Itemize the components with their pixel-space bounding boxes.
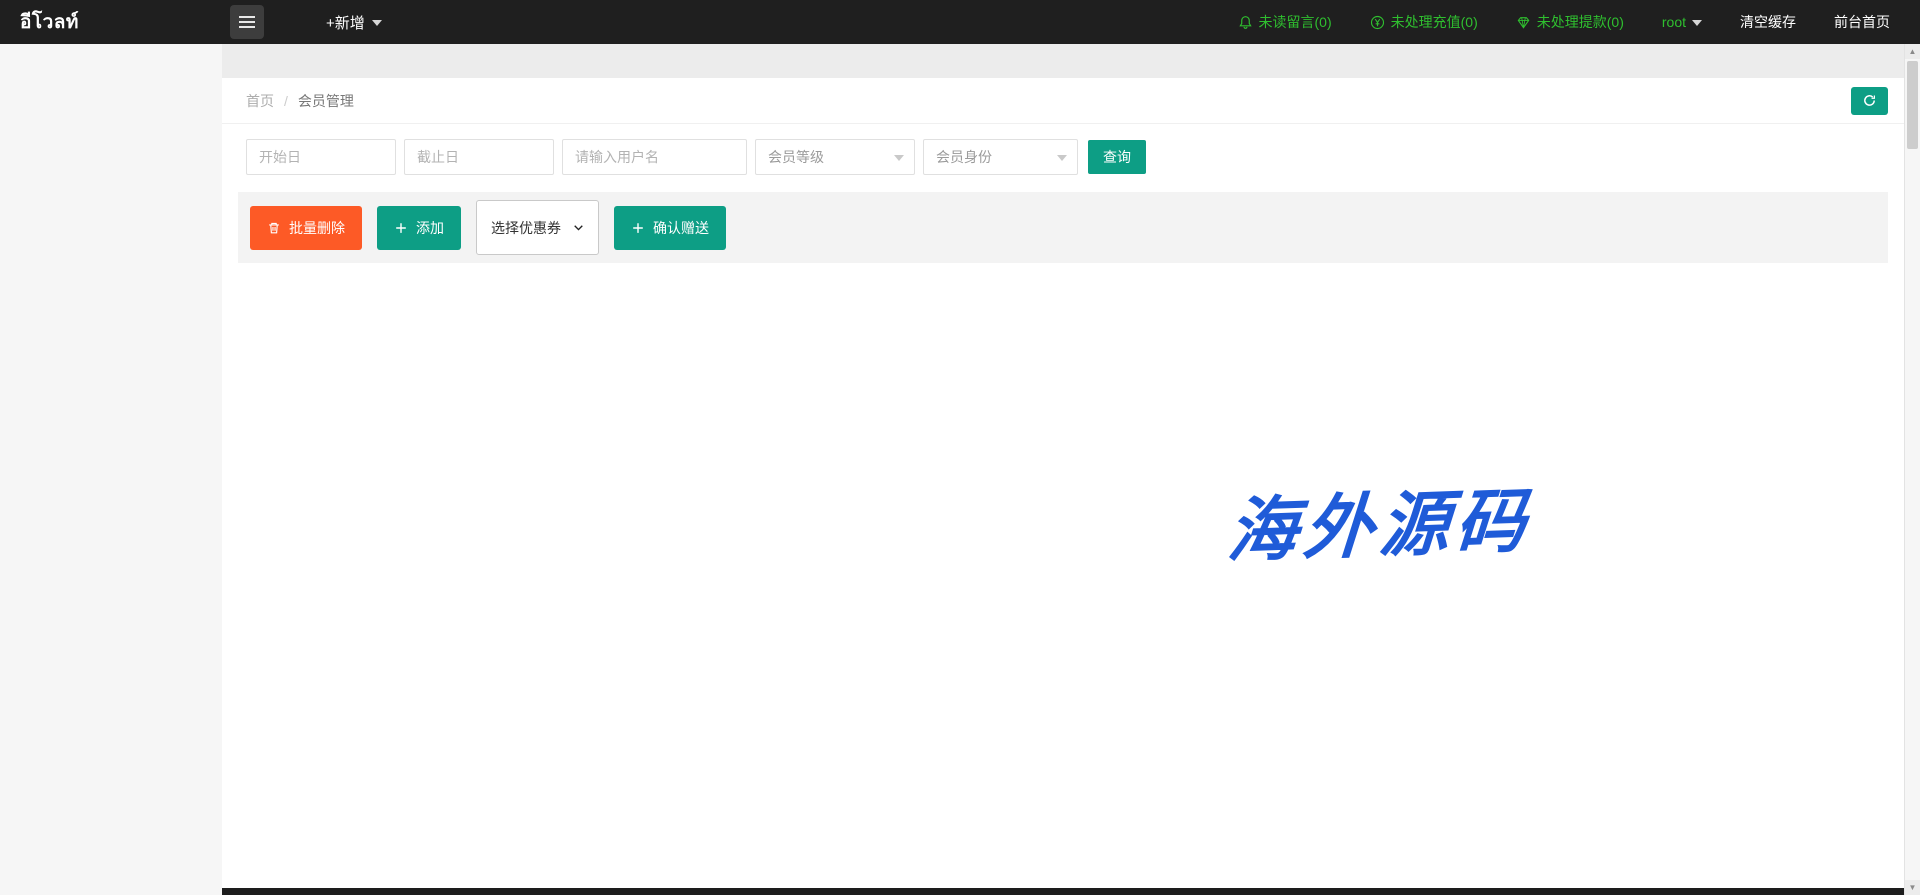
- bell-icon: [1238, 15, 1253, 30]
- sidebar: [0, 44, 222, 895]
- unread-messages-label: 未读留言(0): [1259, 12, 1332, 32]
- vertical-scrollbar[interactable]: ▲ ▼: [1904, 44, 1920, 895]
- front-home-link[interactable]: 前台首页: [1834, 12, 1890, 32]
- coupon-select-value: 选择优惠券: [491, 218, 561, 238]
- pending-recharge-label: 未处理充值(0): [1391, 12, 1478, 32]
- add-button[interactable]: 添加: [377, 206, 461, 250]
- filter-bar: 会员等级 会员身份 查询: [222, 124, 1904, 192]
- username-label: root: [1662, 14, 1686, 30]
- chevron-down-icon: [372, 20, 382, 31]
- unread-messages-link[interactable]: 未读留言(0): [1238, 12, 1332, 32]
- breadcrumb-home[interactable]: 首页: [246, 91, 274, 111]
- breadcrumb-separator: /: [284, 93, 288, 109]
- plus-icon: [631, 221, 645, 235]
- add-label: 添加: [416, 218, 444, 238]
- add-new-label: +新增: [326, 12, 365, 33]
- member-identity-select-value: 会员身份: [936, 147, 992, 167]
- chevron-down-icon: [573, 222, 584, 233]
- chevron-down-icon: [1057, 155, 1067, 166]
- clear-cache-label: 清空缓存: [1740, 12, 1796, 32]
- add-new-dropdown[interactable]: +新增: [326, 12, 382, 33]
- member-level-select-value: 会员等级: [768, 147, 824, 167]
- action-bar: 批量删除 添加 选择优惠券 确认赠送: [238, 192, 1888, 263]
- hamburger-icon: [239, 21, 255, 23]
- trash-icon: [267, 221, 281, 235]
- menu-toggle-button[interactable]: [230, 5, 264, 39]
- plus-icon: [394, 221, 408, 235]
- pending-withdraw-link[interactable]: 未处理提款(0): [1516, 12, 1624, 32]
- content-panel: 首页 / 会员管理 会员等级 会员身份 查询 批量删除: [222, 78, 1904, 895]
- member-level-select[interactable]: 会员等级: [755, 139, 915, 175]
- clear-cache-link[interactable]: 清空缓存: [1740, 12, 1796, 32]
- refresh-icon: [1862, 93, 1877, 108]
- gem-icon: [1516, 15, 1531, 30]
- scroll-down-arrow-icon[interactable]: ▼: [1905, 880, 1920, 895]
- chevron-down-icon: [894, 155, 904, 166]
- breadcrumb-current: 会员管理: [298, 91, 354, 111]
- chevron-down-icon: [1692, 20, 1702, 31]
- user-dropdown[interactable]: root: [1662, 14, 1702, 31]
- pending-withdraw-label: 未处理提款(0): [1537, 12, 1624, 32]
- app-logo: อีโวลท์: [0, 7, 222, 37]
- front-home-label: 前台首页: [1834, 12, 1890, 32]
- username-input[interactable]: [562, 139, 747, 175]
- pending-recharge-link[interactable]: 未处理充值(0): [1370, 12, 1478, 32]
- end-date-input[interactable]: [404, 139, 554, 175]
- main-area: 首页 / 会员管理 会员等级 会员身份 查询 批量删除: [222, 44, 1904, 895]
- refresh-button[interactable]: [1851, 87, 1888, 115]
- member-identity-select[interactable]: 会员身份: [923, 139, 1078, 175]
- batch-delete-label: 批量删除: [289, 218, 345, 238]
- confirm-gift-label: 确认赠送: [653, 218, 709, 238]
- batch-delete-button[interactable]: 批量删除: [250, 206, 362, 250]
- tabbar: [222, 44, 1904, 78]
- topbar: อีโวลท์ +新增 未读留言(0) 未处理充值(0) 未处理提款(0) ro…: [0, 0, 1920, 44]
- scroll-up-arrow-icon[interactable]: ▲: [1905, 44, 1920, 59]
- coupon-select[interactable]: 选择优惠券: [476, 200, 599, 255]
- scrollbar-thumb[interactable]: [1907, 61, 1918, 149]
- breadcrumb: 首页 / 会员管理: [222, 78, 1904, 124]
- start-date-input[interactable]: [246, 139, 396, 175]
- confirm-gift-button[interactable]: 确认赠送: [614, 206, 726, 250]
- topbar-right: 未读留言(0) 未处理充值(0) 未处理提款(0) root 清空缓存 前台首页: [1238, 12, 1920, 32]
- search-button[interactable]: 查询: [1088, 140, 1146, 174]
- bottom-dark-strip: [222, 888, 1904, 895]
- yen-coin-icon: [1370, 15, 1385, 30]
